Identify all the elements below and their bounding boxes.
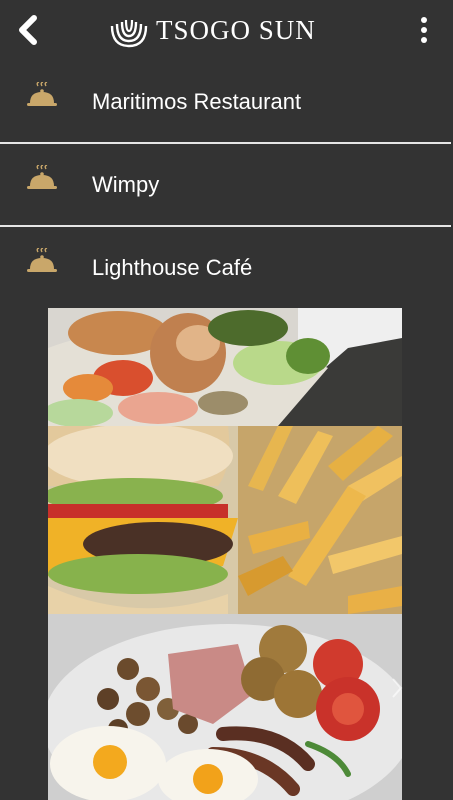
brand-logo: TSOGO SUN [108, 10, 348, 50]
menu-dot [421, 37, 427, 43]
restaurant-item-maritimos[interactable]: Maritimos Restaurant [0, 62, 453, 142]
food-photo-gallery[interactable] [48, 308, 402, 800]
restaurant-item-wimpy[interactable]: Wimpy [0, 145, 453, 225]
restaurant-label: Wimpy [92, 172, 160, 197]
top-bar: TSOGO SUN [0, 0, 453, 60]
back-button[interactable] [12, 12, 44, 48]
food-cloche-icon [27, 248, 57, 272]
food-cloche-icon [27, 82, 57, 106]
divider [0, 142, 451, 144]
food-photo-salad [48, 308, 402, 426]
chevron-right-icon[interactable] [390, 676, 404, 700]
overflow-menu-button[interactable] [410, 12, 438, 48]
chevron-left-icon [19, 15, 37, 45]
more-vertical-icon [421, 17, 427, 23]
food-photo-burger [48, 426, 402, 614]
burger-image [48, 426, 402, 614]
brand-name: TSOGO SUN [156, 14, 316, 45]
tsogo-sun-swirl-logo [110, 19, 148, 48]
food-cloche-icon [27, 165, 57, 189]
breakfast-image [48, 614, 402, 800]
food-photo-breakfast [48, 614, 402, 800]
menu-dot [421, 27, 427, 33]
restaurant-label: Lighthouse Café [92, 255, 253, 280]
restaurant-item-lighthouse-cafe[interactable]: Lighthouse Café [0, 228, 453, 308]
salad-image [48, 308, 402, 426]
divider [0, 225, 451, 227]
restaurant-label: Maritimos Restaurant [92, 89, 302, 114]
